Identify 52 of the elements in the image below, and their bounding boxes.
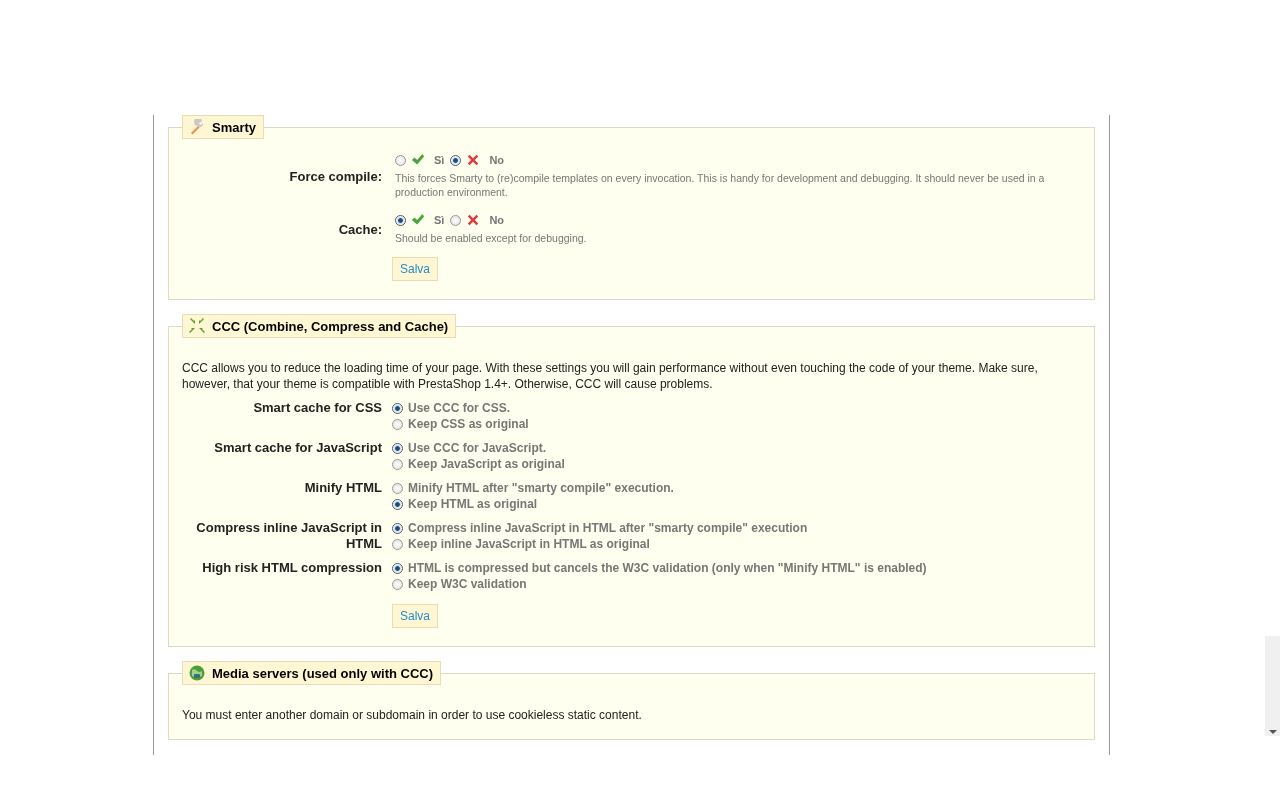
option-label: Sì — [434, 154, 445, 166]
radio-button[interactable] — [392, 482, 403, 494]
section-description: CCC allows you to reduce the loading time of your page. With these settings you will gain performance without even touching the code of your theme. Make sure, however, that your theme is compatible with PrestaShop 1.4+. Otherwise, CCC will cause problems. — [182, 360, 1039, 392]
section-title: Media servers (used only with CCC) — [212, 665, 434, 681]
radio-button[interactable] — [395, 214, 406, 226]
field-label: Minify HTML — [303, 480, 383, 496]
field-label: Smart cache for JavaScript — [213, 440, 383, 456]
radio-button[interactable] — [392, 402, 403, 414]
option-label: Compress inline JavaScript in HTML after "smarty compile" execution — [408, 520, 808, 536]
radio-button[interactable] — [392, 418, 403, 430]
option-label: Use CCC for CSS. — [408, 400, 511, 416]
radio-button[interactable] — [392, 458, 403, 470]
compress-arrows-icon — [189, 318, 205, 334]
radio-button[interactable] — [392, 522, 403, 534]
field-label: Compress inline JavaScript in HTML — [195, 520, 383, 552]
save-button[interactable]: Salva — [392, 604, 439, 628]
option-label: No — [489, 214, 505, 226]
option-label: Keep W3C validation — [408, 576, 527, 592]
radio-button[interactable] — [392, 562, 403, 574]
field-hint: This forces Smarty to (re)compile templates on every invocation. This is handy for development and debugging. It should never be used in a production environment. — [395, 171, 1046, 199]
option-label: HTML is compressed but cancels the W3C validation (only when "Minify HTML" is enabled) — [408, 560, 927, 576]
field-label: High risk HTML compression — [201, 560, 383, 576]
radio-button[interactable] — [392, 538, 403, 550]
close-icon — [466, 213, 481, 227]
field-label: Smart cache for CSS — [252, 400, 383, 416]
radio-button[interactable] — [450, 214, 462, 226]
scrollbar[interactable] — [1265, 636, 1280, 736]
radio-button[interactable] — [392, 578, 403, 590]
field-label: Force compile: — [288, 168, 383, 184]
radio-button[interactable] — [395, 154, 406, 166]
option-label: Keep JavaScript as original — [408, 456, 565, 472]
option-label: No — [489, 154, 505, 166]
field-hint: Should be enabled except for debugging. — [395, 231, 588, 245]
section-title: CCC (Combine, Compress and Cache) — [212, 318, 449, 334]
close-icon — [466, 153, 481, 167]
check-icon — [411, 213, 425, 227]
option-label: Keep inline JavaScript in HTML as original — [408, 536, 650, 552]
wrench-icon — [189, 119, 205, 135]
section-title: Smarty — [212, 119, 257, 135]
radio-button[interactable] — [392, 442, 403, 454]
radio-button[interactable] — [450, 154, 462, 166]
radio-button[interactable] — [392, 498, 403, 510]
option-label: Minify HTML after "smarty compile" execution. — [408, 480, 674, 496]
field-label: Cache: — [337, 221, 383, 237]
globe-icon — [189, 665, 205, 681]
option-label: Keep HTML as original — [408, 496, 538, 512]
option-label: Keep CSS as original — [408, 416, 529, 432]
option-label: Use CCC for JavaScript. — [408, 440, 547, 456]
check-icon — [411, 153, 425, 167]
save-button[interactable]: Salva — [392, 257, 439, 281]
section-description: You must enter another domain or subdomain in order to use cookieless static content. — [182, 707, 643, 723]
option-label: Sì — [434, 214, 445, 226]
